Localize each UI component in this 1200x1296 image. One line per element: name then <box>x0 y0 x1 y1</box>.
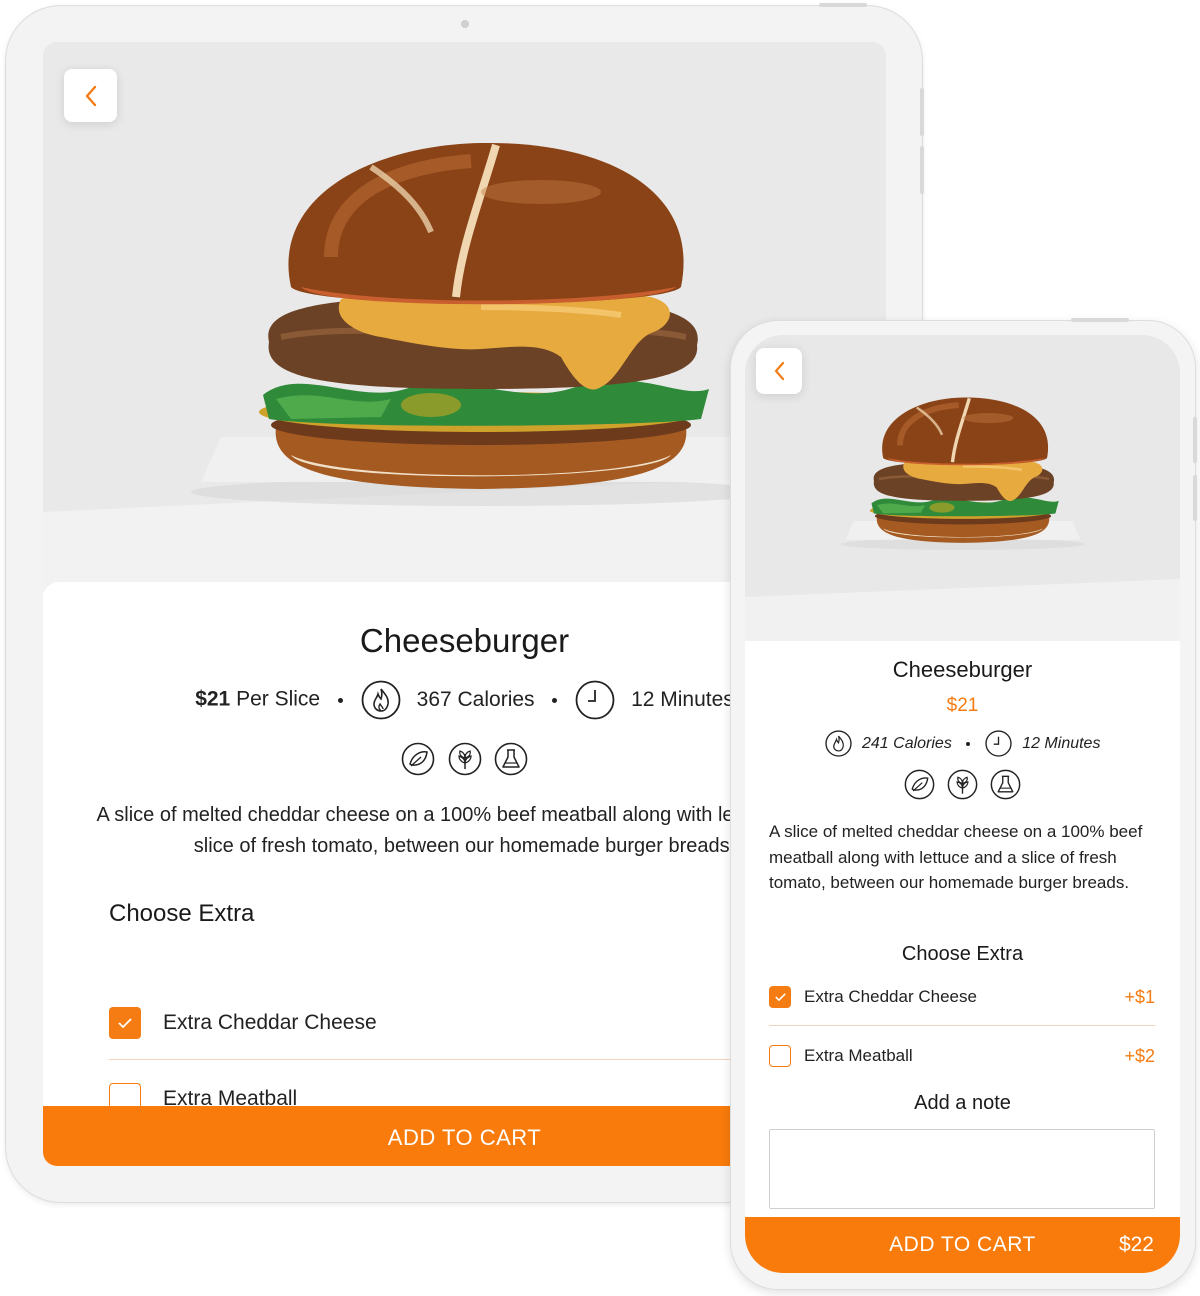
camera-dot <box>461 20 469 28</box>
time-text: 12 Minutes <box>1022 734 1101 752</box>
extra-option-label: Extra Cheddar Cheese <box>163 1011 377 1034</box>
separator-dot <box>552 697 558 703</box>
volume-down-button <box>920 146 924 194</box>
vegetarian-leaf-icon <box>401 742 435 776</box>
gluten-wheat-icon <box>448 742 481 776</box>
calories-text: 367 Calories <box>416 687 535 711</box>
separator-dot <box>966 741 971 746</box>
add-to-cart-button[interactable]: ADD TO CART $22 <box>745 1217 1180 1273</box>
power-button <box>819 3 867 7</box>
divider <box>109 1059 829 1060</box>
calories-text: 241 Calories <box>862 734 952 752</box>
extra-option-label: Extra Meatball <box>804 1046 913 1065</box>
choose-extra-heading: Choose Extra <box>901 943 1024 965</box>
lab-flask-icon <box>991 769 1021 800</box>
choose-extra-heading: Choose Extra <box>109 900 255 927</box>
flame-icon <box>824 730 852 757</box>
flame-icon <box>361 680 401 720</box>
note-input[interactable] <box>769 1129 1155 1209</box>
extra-option-price: +$1 <box>1124 986 1155 1007</box>
product-price: $21 <box>946 695 979 716</box>
time-text: 12 Minutes <box>631 687 734 711</box>
price-unit: Per Slice <box>236 687 321 711</box>
extra-option-meatball[interactable]: Extra Meatball +$2 <box>769 1040 1155 1072</box>
vegetarian-leaf-icon <box>904 769 934 800</box>
clock-icon <box>575 680 615 720</box>
product-price: $21 <box>195 687 231 711</box>
add-note-label: Add a note <box>914 1092 1011 1114</box>
chevron-left-icon <box>774 361 785 381</box>
diet-icons <box>745 769 1180 800</box>
checkbox-checked[interactable] <box>109 1007 141 1039</box>
product-description: A slice of melted cheddar cheese on a 10… <box>769 822 1143 893</box>
volume-up-button <box>1193 417 1197 463</box>
phone-device: Cheeseburger $21 241 Calories 12 Minutes <box>730 318 1197 1290</box>
check-icon <box>118 1018 132 1028</box>
volume-up-button <box>920 88 924 136</box>
extra-option-label: Extra Cheddar Cheese <box>804 987 977 1006</box>
back-button[interactable] <box>64 69 117 122</box>
extra-option-cheddar[interactable]: Extra Cheddar Cheese +$1 <box>769 981 1155 1013</box>
phone-screen: Cheeseburger $21 241 Calories 12 Minutes <box>745 335 1180 1273</box>
lab-flask-icon <box>494 742 528 776</box>
checkbox-checked[interactable] <box>769 986 791 1008</box>
checkbox-unchecked[interactable] <box>769 1045 791 1067</box>
add-to-cart-label: ADD TO CART <box>889 1233 1036 1256</box>
burger-photo <box>745 335 1180 641</box>
gluten-wheat-icon <box>947 769 978 800</box>
cart-total: $22 <box>1118 1233 1154 1256</box>
power-button <box>1071 318 1129 322</box>
chevron-left-icon <box>85 85 96 106</box>
product-title: Cheeseburger <box>892 657 1033 682</box>
check-icon <box>774 993 786 1001</box>
divider <box>769 1025 1155 1026</box>
extra-option-cheddar[interactable]: Extra Cheddar Cheese <box>109 998 829 1048</box>
product-meta: 241 Calories 12 Minutes <box>745 730 1180 757</box>
product-image <box>745 335 1180 641</box>
extra-option-price: +$2 <box>1124 1045 1155 1066</box>
clock-icon <box>985 730 1012 757</box>
volume-down-button <box>1193 475 1197 521</box>
separator-dot <box>337 697 343 703</box>
back-button[interactable] <box>756 348 802 394</box>
